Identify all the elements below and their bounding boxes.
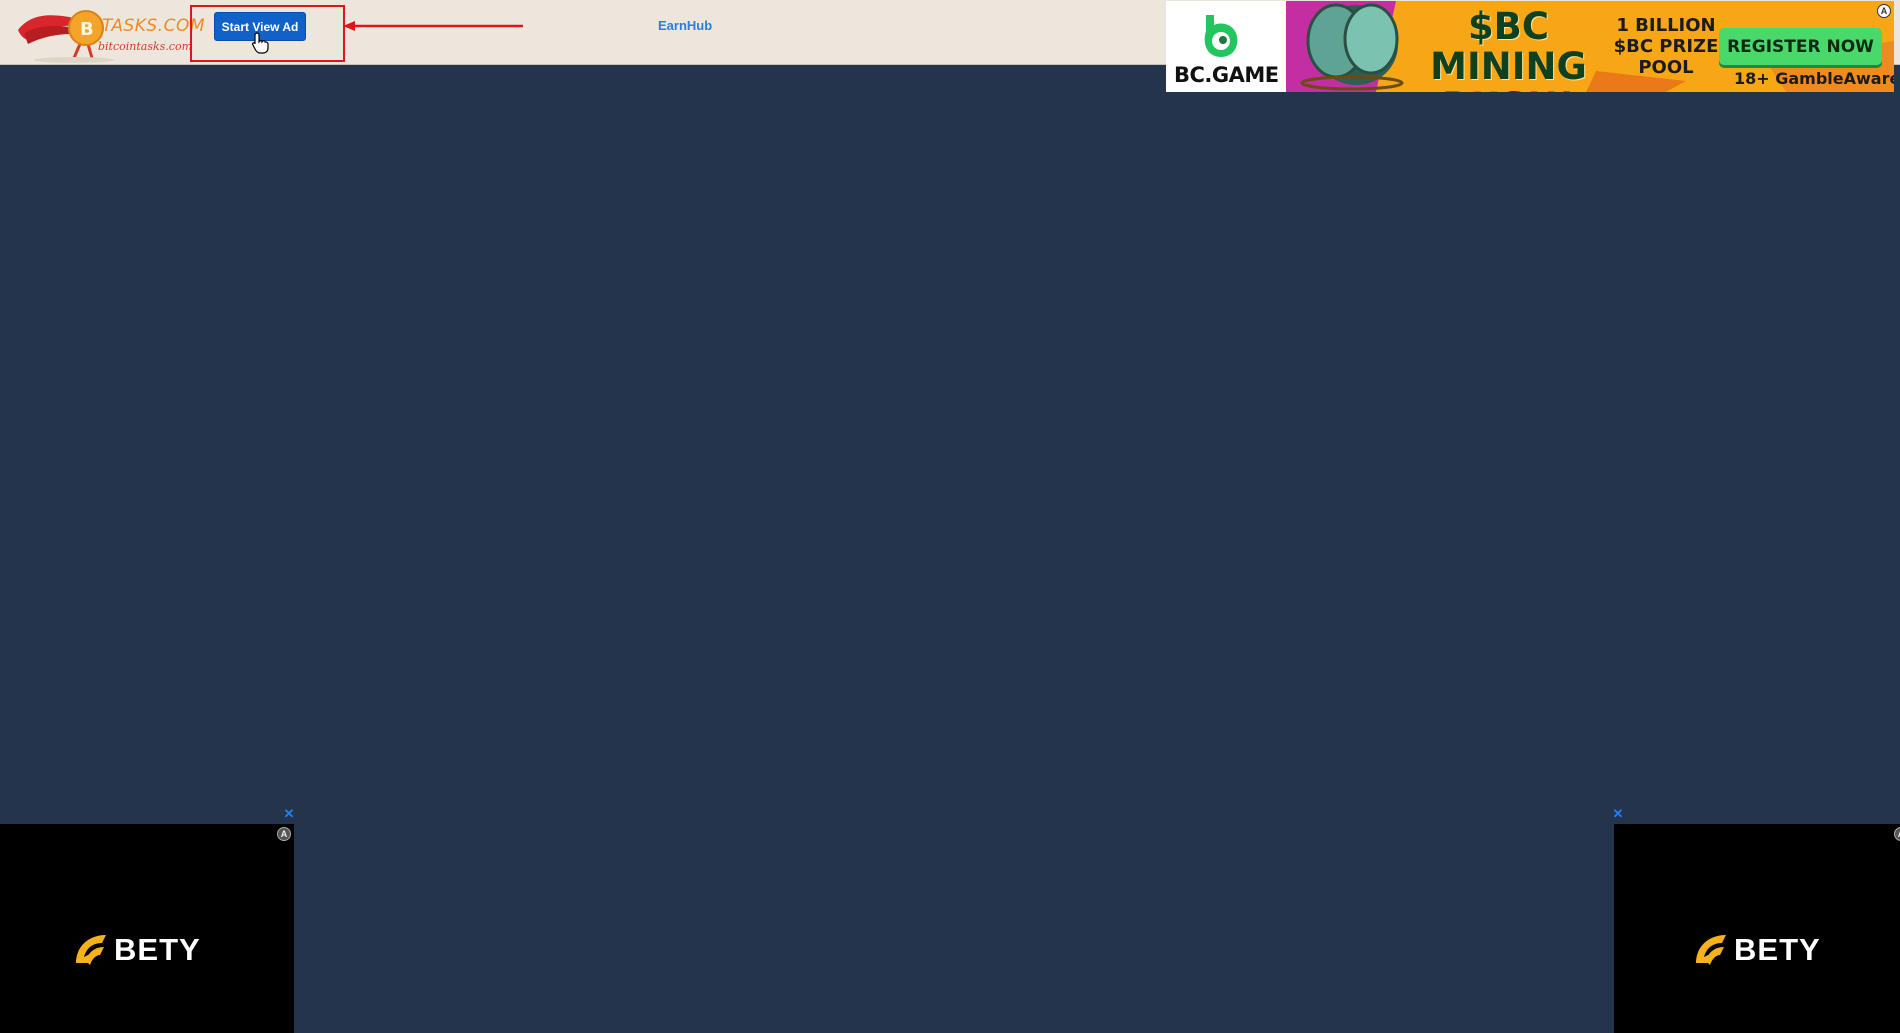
bcgame-brand: BC.GAME bbox=[1174, 63, 1279, 87]
bety-logo: BETY bbox=[1694, 932, 1821, 968]
adchoices-icon[interactable]: A bbox=[277, 827, 291, 841]
bcgame-logo: BC.GAME bbox=[1166, 1, 1286, 92]
bety-brand: BETY bbox=[114, 932, 201, 967]
hand-cursor-icon bbox=[252, 32, 269, 54]
right-side-ad[interactable]: A BETY bbox=[1614, 824, 1900, 1033]
ad-headline: $BC MINING RUSH! bbox=[1430, 5, 1587, 93]
register-now-button[interactable]: REGISTER NOW bbox=[1719, 28, 1882, 65]
close-right-ad-icon[interactable]: ✕ bbox=[1612, 807, 1624, 820]
gamble-aware-text: 18+ GambleAware bbox=[1734, 69, 1894, 88]
bety-logo: BETY bbox=[74, 932, 201, 968]
bety-brand: BETY bbox=[1734, 932, 1821, 967]
adchoices-icon[interactable]: A bbox=[1877, 4, 1891, 18]
adchoices-icon[interactable]: A bbox=[1894, 827, 1900, 841]
top-banner-ad[interactable]: BC.GAME $BC MINING RUSH! 1 BILLION $BC P… bbox=[1166, 1, 1894, 92]
ad-prize-text: 1 BILLION $BC PRIZE POOL bbox=[1613, 15, 1719, 78]
close-left-ad-icon[interactable]: ✕ bbox=[283, 807, 295, 820]
bcgame-mascot-icon bbox=[1204, 15, 1238, 57]
bety-eagle-icon bbox=[1696, 935, 1726, 965]
site-logo[interactable]: B TASKS.COM bitcointasks.com bbox=[14, 4, 205, 63]
logo-subtitle: bitcointasks.com bbox=[98, 40, 193, 53]
bety-eagle-icon bbox=[76, 935, 106, 965]
left-side-ad[interactable]: A BETY bbox=[0, 824, 294, 1033]
red-arrow-icon bbox=[343, 21, 523, 31]
svg-text:B: B bbox=[80, 19, 94, 40]
earnhub-link[interactable]: EarnHub bbox=[658, 18, 712, 33]
